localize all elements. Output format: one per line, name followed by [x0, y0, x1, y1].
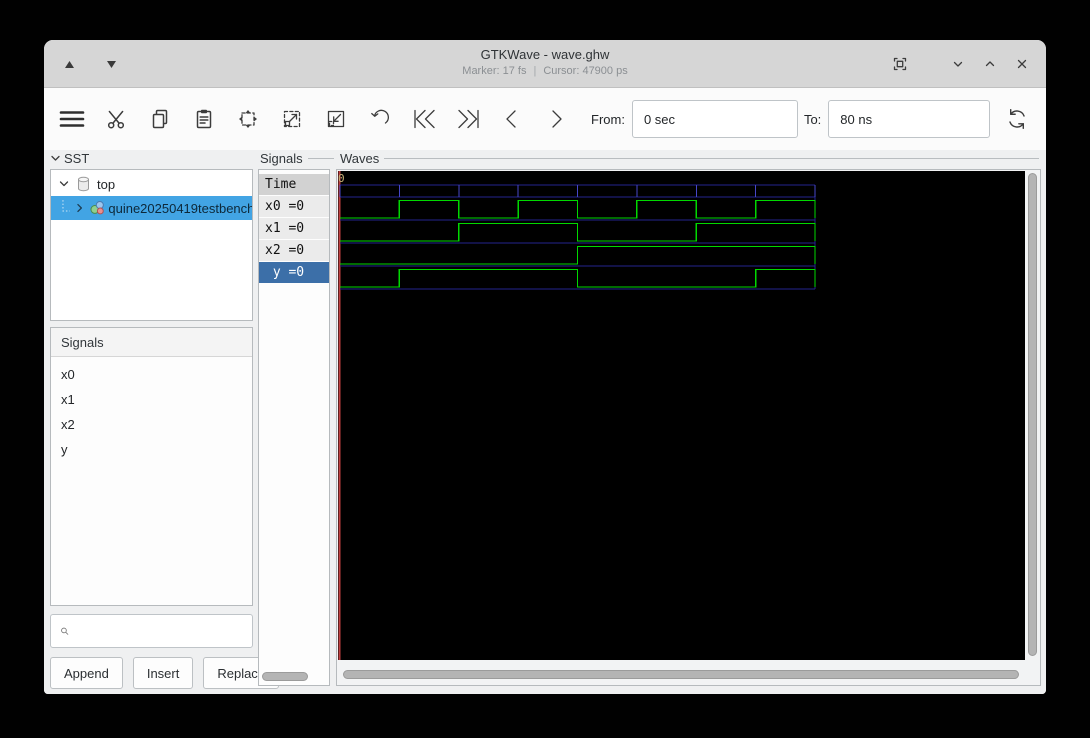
sst-header[interactable]: SST: [50, 151, 89, 166]
skip-to-end-icon: [457, 109, 479, 129]
gtkwave-window: GTKWave - wave.ghw Marker: 17 fs | Cursor:…: [44, 40, 1046, 694]
scissors-icon: [107, 110, 125, 129]
wave-trace-x1: [340, 222, 816, 242]
to-input[interactable]: [828, 100, 991, 138]
from-input[interactable]: [631, 100, 798, 138]
zoom-out-icon: [327, 110, 345, 128]
signals-list-panel: Signals x0 x1 x2 y: [50, 327, 253, 606]
search-input[interactable]: [76, 615, 252, 647]
titlebar[interactable]: GTKWave - wave.ghw Marker: 17 fs | Cursor:…: [44, 40, 1046, 88]
expander-down-icon[interactable]: [58, 178, 70, 190]
to-start-button[interactable]: [409, 104, 439, 134]
signal-row-x0[interactable]: x0 =0: [259, 196, 329, 218]
expander-right-icon[interactable]: [74, 202, 86, 214]
waves-vscrollbar[interactable]: [1028, 173, 1037, 656]
svg-text:0: 0: [338, 172, 345, 185]
chevron-right-icon: [552, 110, 562, 128]
zoom-fit-button[interactable]: [233, 104, 263, 134]
signal-search[interactable]: [50, 614, 253, 648]
wave-trace-x0: [340, 199, 816, 219]
close-icon: [1017, 59, 1027, 69]
search-icon: [61, 627, 69, 635]
sst-expander-icon: [51, 155, 60, 161]
signal-row-x2[interactable]: x2 =0: [259, 240, 329, 262]
from-label: From:: [591, 111, 625, 127]
signal-row-y[interactable]: y =0: [259, 262, 329, 284]
to-end-button[interactable]: [453, 104, 483, 134]
toolbar: From: To:: [44, 88, 1046, 150]
tree-item-label: quine20250419testbench: [108, 200, 252, 216]
skip-to-start-icon: [413, 109, 435, 129]
chevron-down-icon: [953, 61, 963, 67]
wave-trace-x2: [340, 245, 816, 265]
waves-hscrollbar[interactable]: [343, 670, 1019, 679]
tree-connector: [62, 200, 70, 212]
zoom-undo-button[interactable]: [365, 104, 395, 134]
chevron-left-icon: [506, 110, 516, 128]
paste-button[interactable]: [189, 104, 219, 134]
sst-tree: top quine20250419testbench: [50, 169, 253, 321]
signal-name-column: Time x0 =0 x1 =0 x2 =0 y =0: [258, 169, 330, 686]
marker-status: Marker: 17 fs: [462, 65, 527, 77]
signals-frame-label: Signals: [260, 151, 334, 166]
wave-trace-y: [340, 268, 816, 288]
fullscreen-icon: [893, 57, 907, 71]
component-icon: [90, 201, 104, 215]
next-edge-button[interactable]: [541, 104, 571, 134]
copy-icon: [152, 109, 168, 129]
database-icon: [78, 176, 89, 192]
signal-column-hscrollbar[interactable]: [262, 672, 308, 681]
waves-panel: 0: [336, 169, 1041, 686]
sst-label: SST: [64, 151, 90, 166]
zoom-out-button[interactable]: [321, 104, 351, 134]
main-area: SST top quine20250419testbench Signals x…: [44, 151, 1046, 694]
prev-edge-button[interactable]: [497, 104, 527, 134]
waves-frame-label: Waves: [340, 151, 1040, 166]
to-label: To:: [803, 111, 822, 127]
reload-button[interactable]: [1002, 104, 1032, 134]
cursor-status: Cursor: 47900 ps: [543, 65, 628, 77]
minimize-button[interactable]: [948, 54, 968, 74]
zoom-in-icon: [283, 110, 301, 128]
time-row[interactable]: Time: [259, 174, 329, 196]
insert-button[interactable]: Insert: [132, 657, 194, 689]
copy-button[interactable]: [145, 104, 175, 134]
undo-icon: [371, 109, 390, 124]
tree-item-testbench[interactable]: quine20250419testbench: [51, 196, 252, 220]
chevron-up-icon: [985, 61, 995, 67]
tree-item-label: top: [97, 176, 116, 192]
append-button[interactable]: Append: [50, 657, 123, 689]
signal-list-item[interactable]: x1: [51, 387, 252, 412]
wave-canvas[interactable]: 0: [338, 171, 1025, 660]
reload-icon: [1009, 108, 1026, 130]
signal-list-item[interactable]: y: [51, 437, 252, 462]
signal-list-item[interactable]: x2: [51, 412, 252, 437]
fullscreen-button[interactable]: [890, 54, 910, 74]
signal-list-item[interactable]: x0: [51, 362, 252, 387]
zoom-in-button[interactable]: [277, 104, 307, 134]
zoom-fit-icon: [239, 110, 257, 128]
maximize-button[interactable]: [980, 54, 1000, 74]
hamburger-menu-icon: [59, 111, 85, 127]
paste-icon: [196, 109, 212, 129]
hamburger-menu-button[interactable]: [57, 104, 87, 134]
signal-row-x1[interactable]: x1 =0: [259, 218, 329, 240]
close-button[interactable]: [1012, 54, 1032, 74]
cut-button[interactable]: [101, 104, 131, 134]
signals-list-header: Signals: [51, 328, 252, 357]
tree-item-top[interactable]: top: [51, 172, 252, 196]
